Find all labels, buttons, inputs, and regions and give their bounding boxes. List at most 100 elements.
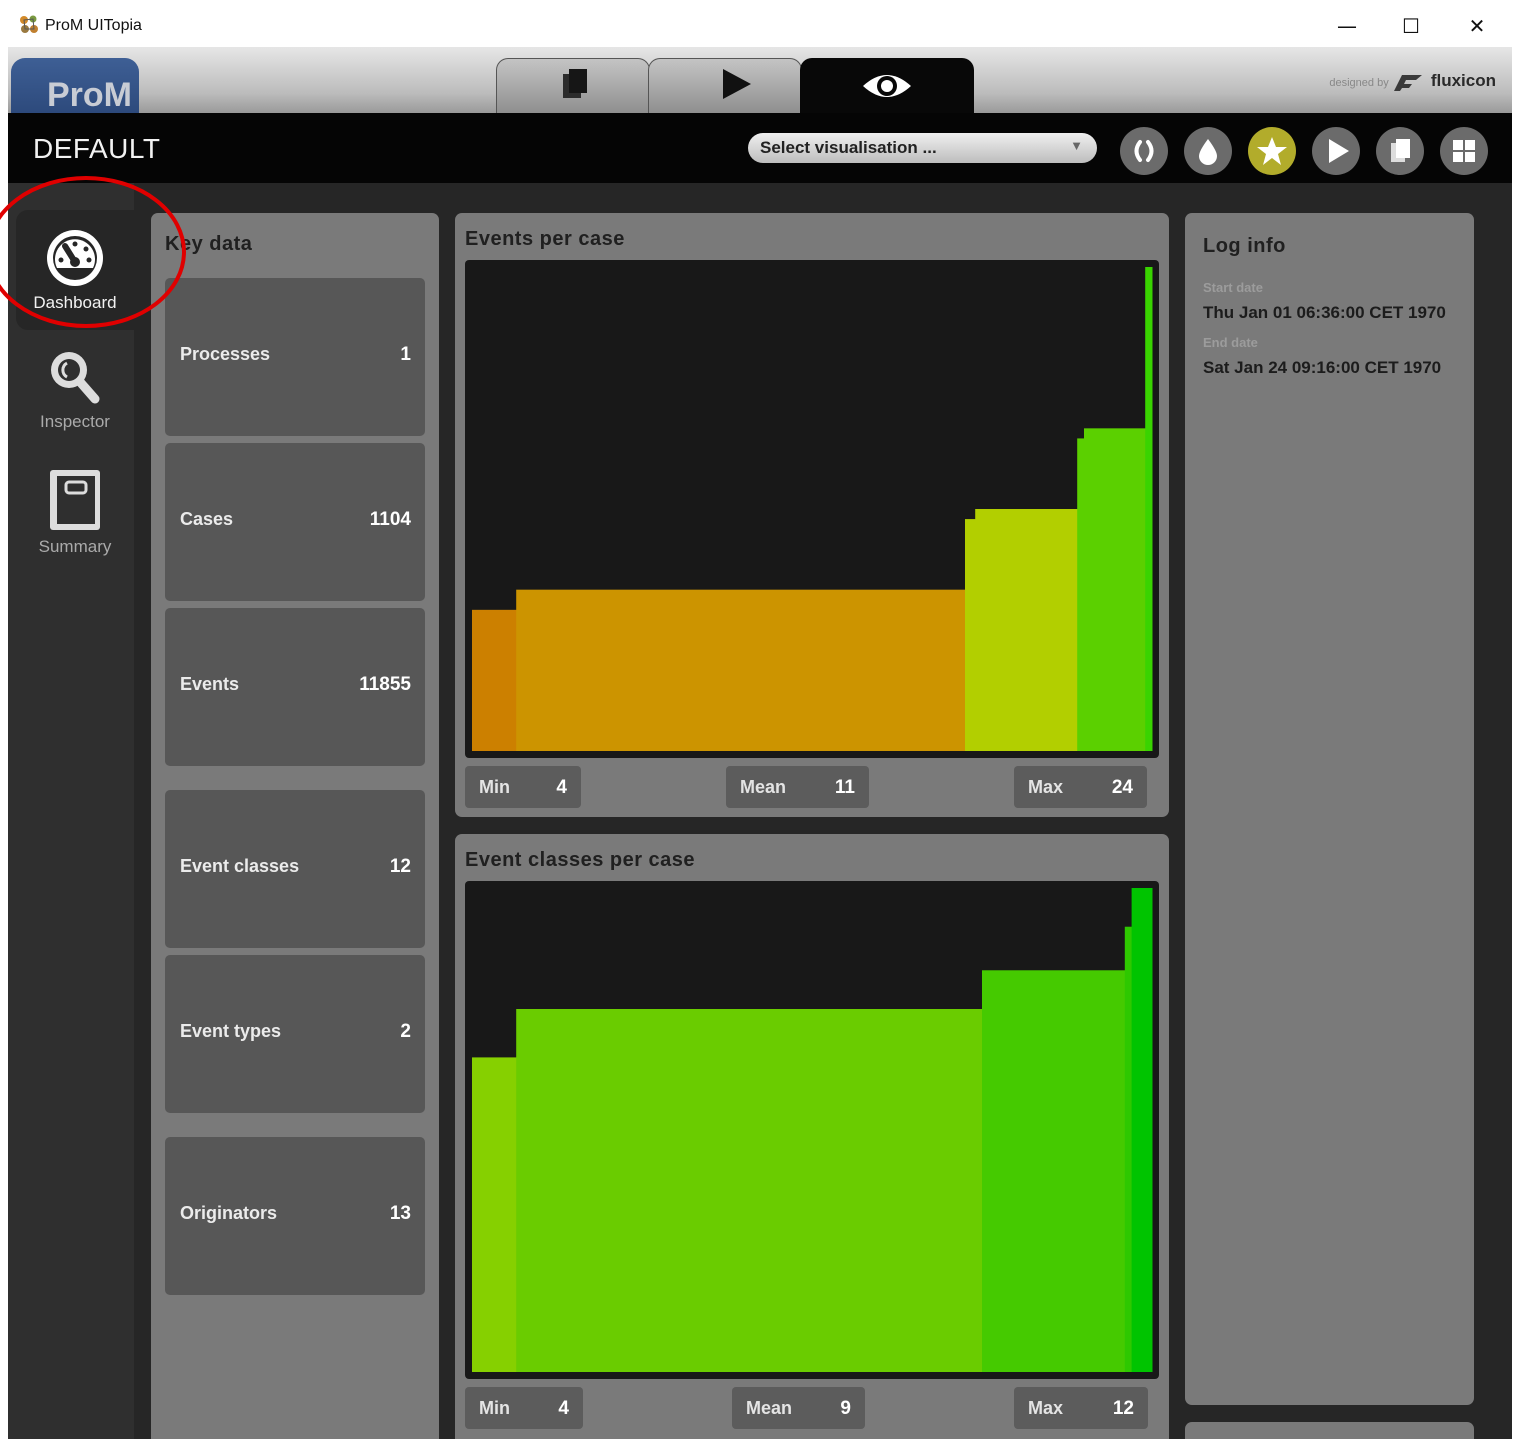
copy-button[interactable] [1376, 127, 1424, 175]
nav-summary[interactable]: Summary [16, 468, 134, 578]
prom-logo[interactable]: ProM [11, 58, 139, 113]
grid-button[interactable] [1440, 127, 1488, 175]
tab-workspace[interactable] [496, 58, 650, 113]
stat-value: 4 [556, 777, 567, 798]
stat-label: Max [1028, 777, 1064, 797]
favorites-button[interactable] [1248, 127, 1296, 175]
stat-label: Mean [740, 777, 787, 797]
key-data-value: 11855 [359, 674, 411, 695]
key-data-card: Originators 13 [165, 1137, 425, 1295]
chart-bar [975, 509, 1078, 751]
prom-app: ProM designed by fluxicon DEFAULT Select… [8, 47, 1512, 1439]
log-info-title: Log info [1203, 235, 1286, 257]
end-date-label: End date [1203, 335, 1258, 350]
log-info-panel: Log info Start date Thu Jan 01 06:36:00 … [1185, 213, 1474, 1405]
drop-button[interactable] [1184, 127, 1232, 175]
event-classes-per-case-panel: Event classes per case Min 4 Mean 9 Max … [455, 834, 1169, 1439]
key-data-label: Originators [180, 1203, 278, 1223]
chart-bar [1084, 428, 1146, 751]
secondary-panel [1185, 1422, 1474, 1439]
brackets-icon [1134, 140, 1154, 162]
key-data-value: 13 [389, 1203, 411, 1224]
views-icon [863, 75, 911, 97]
chart-bar [1124, 926, 1133, 1372]
drop-icon [1199, 139, 1217, 165]
event-classes-per-case-chart [465, 881, 1159, 1379]
magnifier-icon [51, 352, 100, 404]
nav-summary-label: Summary [38, 537, 112, 556]
tab-views[interactable] [800, 58, 974, 113]
stat-label: Max [1028, 1398, 1064, 1418]
window-titlebar: ProM UITopia — ☐ ✕ [8, 3, 1512, 47]
event-classes-per-case-title: Event classes per case [465, 849, 696, 871]
left-nav: Dashboard Inspector Summary [8, 183, 134, 1439]
chart-bar [1145, 267, 1153, 751]
close-button[interactable]: ✕ [1455, 11, 1499, 41]
fluxicon-brand: fluxicon [1430, 71, 1496, 90]
key-data-card: Cases 1104 [165, 443, 425, 601]
nav-inspector[interactable]: Inspector [16, 345, 134, 455]
key-data-card: Processes 1 [165, 278, 425, 436]
key-data-value: 2 [400, 1021, 411, 1042]
key-data-panel: Key data Processes 1 Cases 1104 Events 1… [151, 213, 439, 1439]
chart-bar [472, 609, 517, 751]
play-icon [1329, 139, 1349, 163]
stat-value: 24 [1111, 777, 1133, 798]
max-stat: Max 24 [1014, 766, 1147, 808]
key-data-label: Events [180, 674, 240, 694]
min-stat: Min 4 [465, 1387, 583, 1429]
fluxicon-logo-icon [1393, 75, 1422, 92]
chart-bar [1077, 438, 1085, 751]
copy-icon [1391, 139, 1410, 162]
minimize-button[interactable]: — [1325, 11, 1369, 41]
grid-icon [1453, 140, 1475, 162]
stat-label: Mean [746, 1398, 793, 1418]
chevron-down-icon: ▼ [1070, 138, 1083, 153]
start-date-label: Start date [1203, 280, 1263, 295]
brackets-button[interactable] [1120, 127, 1168, 175]
key-data-card: Event types 2 [165, 955, 425, 1113]
key-data-label: Event types [180, 1021, 282, 1041]
stat-label: Min [479, 777, 510, 797]
end-date-value: Sat Jan 24 09:16:00 CET 1970 [1203, 358, 1442, 377]
key-data-value: 12 [389, 856, 411, 877]
actions-icon [723, 69, 751, 99]
top-bar: ProM designed by fluxicon [8, 47, 1512, 113]
maximize-button[interactable]: ☐ [1389, 11, 1433, 41]
workspace-icon [563, 69, 587, 98]
stat-value: 11 [834, 777, 855, 798]
min-stat: Min 4 [465, 766, 581, 808]
designed-by: designed by fluxicon [1329, 71, 1496, 92]
designed-by-text: designed by [1329, 77, 1389, 89]
stat-value: 9 [840, 1398, 851, 1419]
notebook-icon [50, 470, 100, 530]
events-per-case-plot [472, 267, 1153, 751]
logo-text: ProM [47, 76, 132, 113]
key-data-value: 1104 [369, 509, 411, 530]
chart-bar [516, 589, 966, 751]
events-per-case-title: Events per case [465, 228, 625, 250]
start-date-value: Thu Jan 01 06:36:00 CET 1970 [1203, 303, 1446, 322]
chart-bar [1131, 888, 1153, 1372]
dashboard-content: Key data Processes 1 Cases 1104 Events 1… [134, 183, 1512, 1439]
prom-app-icon [20, 15, 38, 33]
chart-bar [516, 1009, 983, 1372]
play-button[interactable] [1312, 127, 1360, 175]
max-stat: Max 12 [1014, 1387, 1148, 1429]
star-icon [1257, 137, 1287, 165]
tab-actions[interactable] [648, 58, 802, 113]
stat-value: 4 [558, 1398, 569, 1419]
visualisation-select-value: Select visualisation ... [760, 138, 937, 157]
mean-stat: Mean 9 [732, 1387, 865, 1429]
key-data-label: Processes [180, 344, 271, 364]
chart-bar [965, 519, 976, 751]
visualisation-select[interactable]: Select visualisation ... ▼ [748, 133, 1097, 163]
key-data-label: Event classes [180, 856, 300, 876]
nav-inspector-label: Inspector [40, 412, 110, 431]
window-title: ProM UITopia [45, 17, 142, 34]
workspace-title: DEFAULT [33, 133, 161, 164]
annotation-circle [0, 176, 186, 328]
key-data-label: Cases [180, 509, 234, 529]
key-data-value: 1 [400, 344, 411, 365]
events-per-case-panel: Events per case Min 4 Mean 11 Max 24 [455, 213, 1169, 817]
